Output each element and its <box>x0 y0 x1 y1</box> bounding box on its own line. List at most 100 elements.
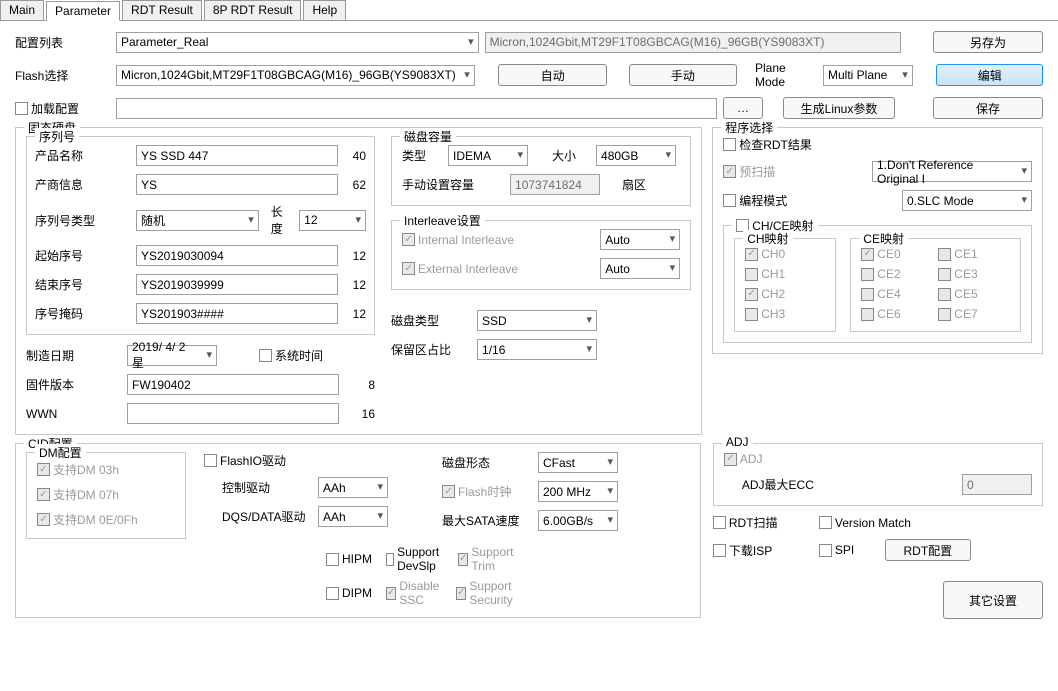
diskform-combo[interactable]: CFast <box>538 452 618 473</box>
tab-8p-rdt-result[interactable]: 8P RDT Result <box>204 0 302 20</box>
configlist-combo[interactable]: Parameter_Real <box>116 32 479 53</box>
maxsata-label: 最大SATA速度 <box>442 512 532 529</box>
dm0e-checkbox[interactable]: 支持DM 0E/0Fh <box>37 511 138 528</box>
adj-checkbox[interactable]: ADJ <box>724 452 763 466</box>
tab-main[interactable]: Main <box>0 0 44 20</box>
flashclk-combo[interactable]: 200 MHz <box>538 481 618 502</box>
dqsdrv-combo[interactable]: AAh <box>318 506 388 527</box>
save-button[interactable]: 保存 <box>933 97 1043 119</box>
tab-rdt-result[interactable]: RDT Result <box>122 0 202 20</box>
disktype-combo[interactable]: SSD <box>477 310 597 331</box>
progsel-legend: 程序选择 <box>721 119 777 136</box>
chmap-legend: CH映射 <box>743 230 792 247</box>
adj-legend: ADJ <box>722 435 753 449</box>
manual-button[interactable]: 手动 <box>629 64 738 86</box>
start-sn-suffix: 12 <box>344 249 366 263</box>
type-label: 类型 <box>402 147 442 164</box>
ce1-checkbox[interactable]: CE1 <box>938 247 1003 261</box>
product-name-label: 产品名称 <box>35 147 130 164</box>
ce3-checkbox[interactable]: CE3 <box>938 267 1003 281</box>
sntype-label: 序列号类型 <box>35 212 130 229</box>
start-sn-input[interactable]: YS2019030094 <box>136 245 338 266</box>
planemode-combo[interactable]: Multi Plane <box>823 65 913 86</box>
flash-select-combo[interactable]: Micron,1024Gbit,MT29F1T08GBCAG(M16)_96GB… <box>116 65 475 86</box>
ch3-checkbox[interactable]: CH3 <box>745 307 825 321</box>
devslp-checkbox[interactable]: Support DevSlp <box>386 545 444 573</box>
vermatch-checkbox[interactable]: Version Match <box>819 516 911 530</box>
fw-input[interactable]: FW190402 <box>127 374 339 395</box>
ce6-checkbox[interactable]: CE6 <box>861 307 926 321</box>
end-sn-input[interactable]: YS2019039999 <box>136 274 338 295</box>
hipm-checkbox[interactable]: HIPM <box>326 545 372 573</box>
rdtscan-checkbox[interactable]: RDT扫描 <box>713 514 813 531</box>
ce2-checkbox[interactable]: CE2 <box>861 267 926 281</box>
tab-parameter[interactable]: Parameter <box>46 1 120 21</box>
planemode-label: Plane Mode <box>755 61 817 89</box>
load-config-input[interactable] <box>116 98 717 119</box>
reserve-combo[interactable]: 1/16 <box>477 339 597 360</box>
trim-checkbox[interactable]: Support Trim <box>458 545 516 573</box>
length-combo[interactable]: 12 <box>299 210 366 231</box>
tab-help[interactable]: Help <box>303 0 346 20</box>
edit-button[interactable]: 编辑 <box>936 64 1043 86</box>
progmode-checkbox[interactable]: 编程模式 <box>723 192 787 209</box>
maxsata-combo[interactable]: 6.00GB/s <box>538 510 618 531</box>
other-settings-button[interactable]: 其它设置 <box>943 581 1043 619</box>
ctrldrv-combo[interactable]: AAh <box>318 477 388 498</box>
progmode-combo[interactable]: 0.SLC Mode <box>902 190 1032 211</box>
product-name-input[interactable]: YS SSD 447 <box>136 145 338 166</box>
rdtcfg-button[interactable]: RDT配置 <box>885 539 971 561</box>
vendor-input[interactable]: YS <box>136 174 338 195</box>
sector-label: 扇区 <box>622 176 646 193</box>
dipm-checkbox[interactable]: DIPM <box>326 579 372 607</box>
ce7-checkbox[interactable]: CE7 <box>938 307 1003 321</box>
ch2-checkbox[interactable]: CH2 <box>745 287 825 301</box>
ce5-checkbox[interactable]: CE5 <box>938 287 1003 301</box>
manualcap-input: 1073741824 <box>510 174 600 195</box>
spi-checkbox[interactable]: SPI <box>819 543 879 557</box>
configlist-label: 配置列表 <box>15 34 110 51</box>
ce4-checkbox[interactable]: CE4 <box>861 287 926 301</box>
dm07-checkbox[interactable]: 支持DM 07h <box>37 486 119 503</box>
external-interleave-checkbox[interactable]: External Interleave <box>402 262 518 276</box>
prescan-combo[interactable]: 1.Don't Reference Original I <box>872 161 1032 182</box>
mask-input[interactable]: YS201903#### <box>136 303 338 324</box>
fw-suffix: 8 <box>345 378 375 392</box>
ce0-checkbox[interactable]: CE0 <box>861 247 926 261</box>
mfgdate-picker[interactable]: 2019/ 4/ 2 星 <box>127 345 217 366</box>
dm03-checkbox[interactable]: 支持DM 03h <box>37 461 119 478</box>
prescan-checkbox[interactable]: 预扫描 <box>723 163 775 180</box>
ch0-checkbox[interactable]: CH0 <box>745 247 825 261</box>
ssc-checkbox[interactable]: Disable SSC <box>386 579 442 607</box>
ch1-checkbox[interactable]: CH1 <box>745 267 825 281</box>
mask-label: 序号掩码 <box>35 305 130 322</box>
load-config-checkbox[interactable]: 加载配置 <box>15 100 110 117</box>
browse-button[interactable]: … <box>723 97 763 119</box>
flash-select-label: Flash选择 <box>15 67 110 84</box>
end-sn-suffix: 12 <box>344 278 366 292</box>
size-label: 大小 <box>552 147 576 164</box>
auto-button[interactable]: 自动 <box>498 64 607 86</box>
manualcap-label: 手动设置容量 <box>402 176 482 193</box>
dlisp-checkbox[interactable]: 下载ISP <box>713 542 813 559</box>
external-interleave-combo[interactable]: Auto <box>600 258 680 279</box>
wwn-suffix: 16 <box>345 407 375 421</box>
sec-checkbox[interactable]: Support Security <box>456 579 515 607</box>
systime-checkbox[interactable]: 系统时间 <box>259 347 323 364</box>
flashio-checkbox[interactable]: FlashIO驱动 <box>204 452 286 469</box>
mfgdate-label: 制造日期 <box>26 347 121 364</box>
vendor-suffix: 62 <box>344 178 366 192</box>
internal-interleave-combo[interactable]: Auto <box>600 229 680 250</box>
gen-linux-button[interactable]: 生成Linux参数 <box>783 97 895 119</box>
disktype-label: 磁盘类型 <box>391 312 471 329</box>
internal-interleave-checkbox[interactable]: Internal Interleave <box>402 233 514 247</box>
tab-strip: Main Parameter RDT Result 8P RDT Result … <box>0 0 1058 21</box>
cemap-legend: CE映射 <box>859 230 908 247</box>
flashclk-checkbox[interactable]: Flash时钟 <box>442 483 532 500</box>
sntype-combo[interactable]: 随机 <box>136 210 259 231</box>
wwn-input[interactable] <box>127 403 339 424</box>
check-rdt-checkbox[interactable]: 检查RDT结果 <box>723 136 812 153</box>
save-as-button[interactable]: 另存为 <box>933 31 1043 53</box>
size-combo[interactable]: 480GB <box>596 145 676 166</box>
type-combo[interactable]: IDEMA <box>448 145 528 166</box>
